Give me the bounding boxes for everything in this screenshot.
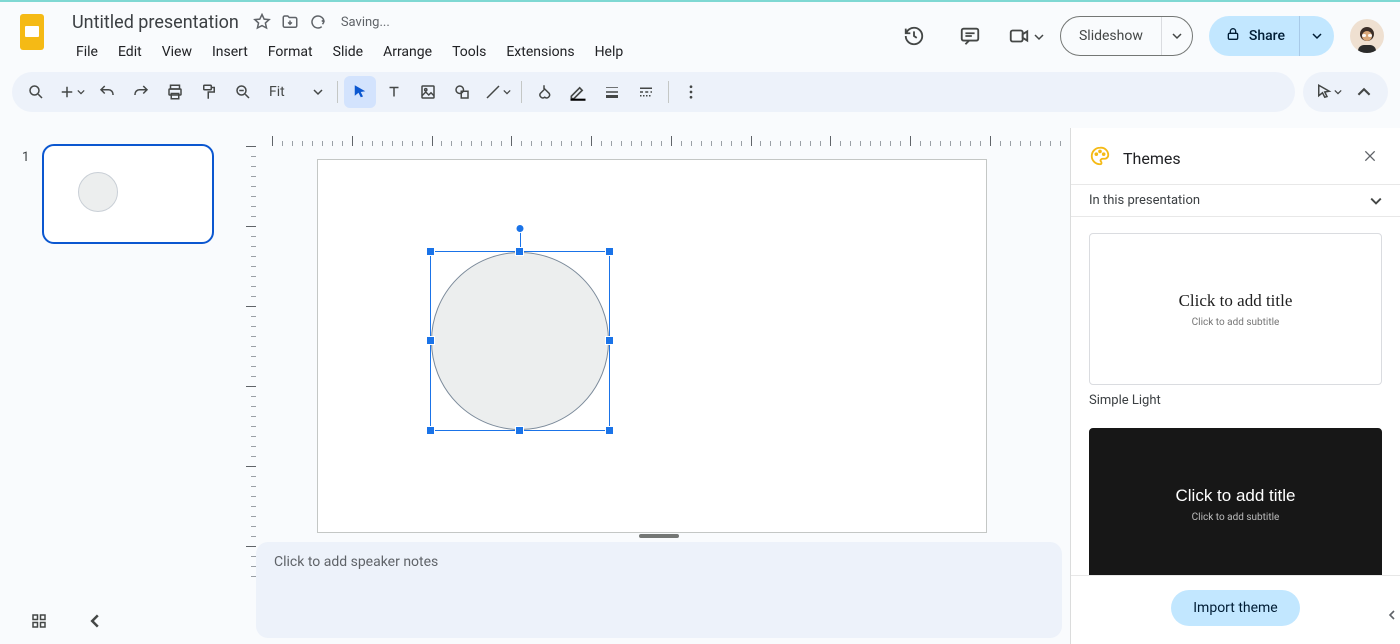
account-avatar[interactable] [1350,19,1384,53]
resize-handle-nw[interactable] [426,247,435,256]
notes-resize-handle[interactable] [639,534,679,538]
menu-tools[interactable]: Tools [444,40,494,64]
search-menus-icon[interactable] [20,76,52,108]
menu-arrange[interactable]: Arrange [375,40,440,64]
select-tool[interactable] [344,76,376,108]
share-label: Share [1249,28,1285,44]
themes-panel-title: Themes [1123,149,1346,168]
share-caret[interactable] [1299,16,1334,56]
cloud-status-icon[interactable] [309,13,327,31]
app-header: Untitled presentation Saving... File Edi… [0,2,1400,64]
toolbar-separator [521,81,522,103]
import-theme-button[interactable]: Import theme [1171,590,1300,626]
side-panel-collapse-icon[interactable] [1384,600,1400,630]
meet-caret-icon[interactable] [1034,27,1044,46]
share-button-group: Share [1209,16,1334,56]
grid-view-icon[interactable] [24,606,54,636]
slideshow-button[interactable]: Slideshow [1061,17,1161,55]
selection-bounding-box [430,251,610,431]
border-color-button[interactable] [562,76,594,108]
fill-color-button[interactable] [528,76,560,108]
pointer-options-button[interactable] [1311,76,1346,108]
theme-preview-subtitle: Click to add subtitle [1192,512,1280,523]
star-icon[interactable] [253,13,271,31]
zoom-select[interactable]: Fit [261,80,331,104]
shape-tool[interactable] [446,76,478,108]
slideshow-caret[interactable] [1161,17,1192,55]
themes-panel: Themes In this presentation Click to add… [1070,128,1400,644]
move-to-folder-icon[interactable] [281,13,299,31]
themes-filter-label: In this presentation [1089,193,1200,208]
rotation-handle[interactable] [516,224,525,233]
document-title[interactable]: Untitled presentation [68,10,243,35]
zoom-value: Fit [269,84,285,100]
theme-preview-title: Click to add title [1176,486,1296,506]
resize-handle-s[interactable] [515,426,524,435]
menu-insert[interactable]: Insert [204,40,256,64]
toolbar-separator [668,81,669,103]
menu-edit[interactable]: Edit [110,40,150,64]
redo-button[interactable] [125,76,157,108]
canvas-area: Click to add speaker notes [236,128,1070,644]
slide-canvas[interactable] [318,160,986,532]
comments-icon[interactable] [950,16,990,56]
more-tools-button[interactable] [675,76,707,108]
slide-thumbnail-1[interactable] [42,144,214,244]
horizontal-ruler[interactable] [272,128,1070,146]
close-icon[interactable] [1358,144,1382,172]
themes-filter-dropdown[interactable]: In this presentation [1071,184,1400,217]
hide-menus-button[interactable] [1348,76,1380,108]
print-button[interactable] [159,76,191,108]
toolbar-right [1303,72,1388,112]
undo-button[interactable] [91,76,123,108]
line-tool[interactable] [480,76,515,108]
resize-handle-w[interactable] [426,336,435,345]
menu-slide[interactable]: Slide [325,40,371,64]
theme-preview-subtitle: Click to add subtitle [1192,317,1280,328]
app-body: 1 [0,128,1400,644]
save-status-text: Saving... [341,15,390,30]
resize-handle-sw[interactable] [426,426,435,435]
menu-view[interactable]: View [154,40,200,64]
theme-card-simple-light[interactable]: Click to add title Click to add subtitle [1089,233,1382,385]
textbox-tool[interactable] [378,76,410,108]
menubar: File Edit View Insert Format Slide Arran… [68,40,631,64]
slideshow-button-group: Slideshow [1060,16,1193,56]
speaker-notes[interactable]: Click to add speaker notes [256,542,1062,638]
image-tool[interactable] [412,76,444,108]
theme-preview-title: Click to add title [1179,291,1293,311]
version-history-icon[interactable] [894,16,934,56]
chevron-down-icon [1370,195,1382,207]
resize-handle-se[interactable] [605,426,614,435]
theme-name-label: Simple Light [1089,393,1382,408]
new-slide-button[interactable] [54,76,89,108]
border-weight-button[interactable] [596,76,628,108]
menu-help[interactable]: Help [587,40,632,64]
palette-icon [1089,145,1111,171]
speaker-notes-placeholder: Click to add speaker notes [274,554,438,570]
slide-number: 1 [22,150,29,165]
filmstrip: 1 [0,128,236,644]
menu-extensions[interactable]: Extensions [498,40,582,64]
toolbar-main: Fit [12,72,1295,112]
zoom-out-icon[interactable] [227,76,259,108]
thumbnail-shape-preview [78,172,118,212]
lock-icon [1225,26,1241,46]
selected-ellipse-shape[interactable] [431,252,609,430]
resize-handle-e[interactable] [605,336,614,345]
slides-logo[interactable] [12,12,52,52]
menu-file[interactable]: File [68,40,106,64]
resize-handle-n[interactable] [515,247,524,256]
share-button[interactable]: Share [1209,26,1299,46]
filmstrip-collapse-icon[interactable] [82,608,108,634]
menu-format[interactable]: Format [260,40,321,64]
paint-format-button[interactable] [193,76,225,108]
theme-card-simple-dark[interactable]: Click to add title Click to add subtitle [1089,428,1382,575]
resize-handle-ne[interactable] [605,247,614,256]
meet-icon[interactable] [1006,16,1032,56]
toolbar-separator [337,81,338,103]
toolbar: Fit [0,64,1400,120]
border-dash-button[interactable] [630,76,662,108]
vertical-ruler[interactable] [236,146,256,532]
